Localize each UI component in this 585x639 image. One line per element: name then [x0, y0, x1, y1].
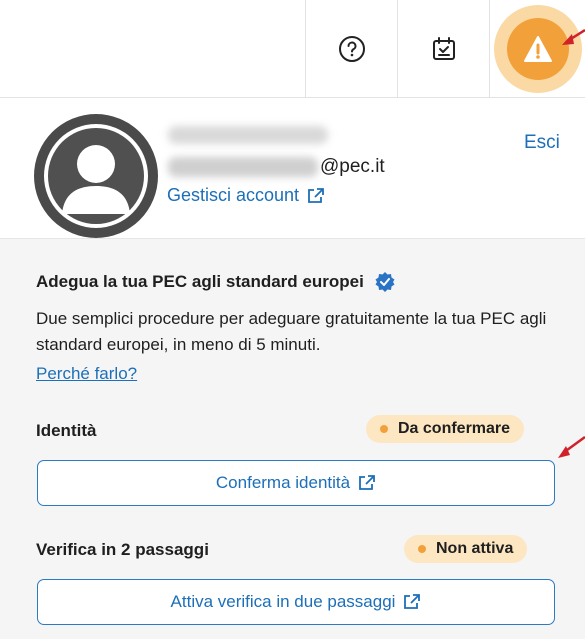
question-circle-icon: [338, 35, 365, 62]
help-button[interactable]: [305, 0, 397, 97]
identity-status-text: Da confermare: [398, 420, 511, 437]
manage-account-label: Gestisci account: [167, 185, 300, 205]
status-dot: [380, 425, 388, 433]
external-link-icon: [308, 187, 324, 203]
why-link[interactable]: Perché farlo?: [36, 364, 137, 384]
activate-two-step-label: Attiva verifica in due passaggi: [170, 592, 396, 611]
tasks-button[interactable]: [397, 0, 489, 97]
notice-title-text: Adegua la tua PEC agli standard europei: [36, 272, 364, 291]
status-dot: [418, 545, 426, 553]
identity-status-badge: Da confermare: [366, 415, 525, 443]
external-link-icon: [359, 475, 375, 490]
confirm-identity-button[interactable]: Conferma identità: [37, 460, 555, 506]
confirm-identity-label: Conferma identità: [215, 473, 351, 492]
verified-badge-icon: [375, 272, 395, 292]
external-link-icon: [404, 594, 421, 609]
notice-title: Adegua la tua PEC agli standard europei: [36, 271, 396, 293]
two-step-status-text: Non attiva: [436, 540, 514, 557]
two-step-status-badge: Non attiva: [404, 535, 528, 563]
logout-link[interactable]: Esci: [524, 132, 560, 154]
warning-triangle-icon: [524, 36, 552, 62]
manage-account-link[interactable]: Gestisci account: [167, 185, 325, 206]
notice-description: Due semplici procedure per adeguare grat…: [36, 309, 547, 354]
account-name-redacted: [168, 126, 328, 144]
top-bar: [0, 0, 585, 98]
account-email-domain: @pec.it: [320, 156, 385, 177]
annotation-arrow-top: [562, 28, 585, 45]
calendar-check-icon: [432, 36, 455, 60]
identity-label: Identità: [36, 421, 97, 440]
user-silhouette-icon: [44, 124, 148, 228]
avatar: [34, 114, 158, 238]
two-step-label: Verifica in 2 passaggi: [36, 540, 209, 559]
activate-two-step-button[interactable]: Attiva verifica in due passaggi: [37, 579, 555, 625]
annotation-arrow-identity: [558, 435, 585, 458]
account-email-redacted: [168, 157, 318, 177]
